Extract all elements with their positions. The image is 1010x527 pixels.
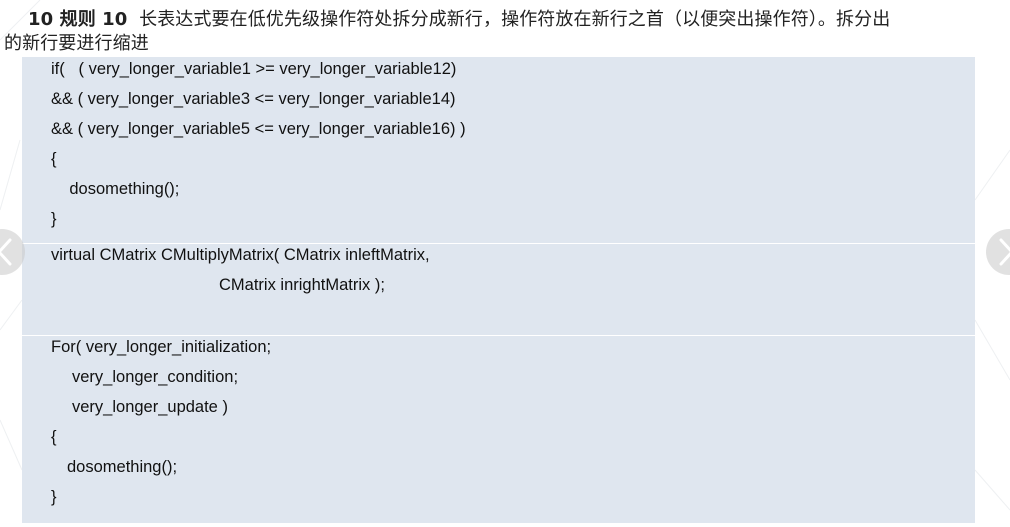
code-line: {	[51, 428, 57, 446]
code-line: CMatrix inrightMatrix );	[219, 276, 385, 294]
code-line: {	[51, 150, 57, 168]
next-slide-button[interactable]	[986, 229, 1010, 275]
code-line: && ( very_longer_variable3 <= very_longe…	[51, 90, 456, 108]
code-line: virtual CMatrix CMultiplyMatrix( CMatrix…	[51, 246, 430, 264]
code-line: dosomething();	[51, 180, 180, 198]
rule-text-line2: 的新行要进行缩进	[4, 33, 149, 54]
code-line: For( very_longer_initialization;	[51, 338, 272, 356]
code-block-for: For( very_longer_initialization; very_lo…	[22, 335, 975, 524]
code-block-if: if( ( very_longer_variable1 >= very_long…	[22, 57, 975, 243]
code-line: very_longer_update )	[72, 398, 228, 416]
previous-slide-button[interactable]	[0, 229, 25, 275]
code-block-function: virtual CMatrix CMultiplyMatrix( CMatrix…	[22, 243, 975, 336]
code-line: }	[51, 210, 57, 228]
code-line: dosomething();	[67, 458, 178, 476]
code-line: }	[51, 488, 57, 506]
rule-heading: 10 规则 10 长表达式要在低优先级操作符处拆分成新行，操作符放在新行之首（以…	[4, 8, 1004, 56]
chevron-right-icon	[999, 238, 1010, 266]
code-line: && ( very_longer_variable5 <= very_longe…	[51, 120, 466, 138]
code-example-box: if( ( very_longer_variable1 >= very_long…	[22, 57, 975, 523]
code-line: if( ( very_longer_variable1 >= very_long…	[51, 60, 457, 78]
code-line: very_longer_condition;	[72, 368, 239, 386]
rule-heading-line1: 10 规则 10 长表达式要在低优先级操作符处拆分成新行，操作符放在新行之首（以…	[4, 8, 1004, 32]
rule-number: 10 规则 10	[28, 9, 128, 30]
rule-text-line1: 长表达式要在低优先级操作符处拆分成新行，操作符放在新行之首（以便突出操作符）。拆…	[139, 9, 891, 30]
chevron-left-icon	[0, 238, 12, 266]
